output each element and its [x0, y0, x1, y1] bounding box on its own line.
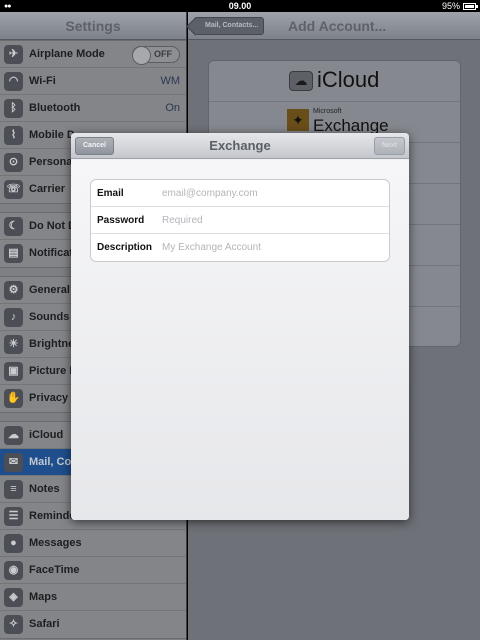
icloud-logo-icon: ☁	[289, 71, 313, 91]
form-row-email: Email	[91, 180, 389, 207]
sidebar-item-label: Airplane Mode	[29, 48, 105, 60]
facetime-icon: ◉	[4, 561, 23, 580]
sidebar-item-label: Messages	[29, 537, 82, 549]
detail-header: Mail, Contacts... Add Account...	[188, 12, 480, 40]
exchange-logo-icon: ✦	[287, 109, 309, 131]
sidebar-item-label: Bluetooth	[29, 102, 81, 114]
battery-percent: 95%	[441, 1, 460, 11]
account-label: iCloud	[317, 67, 380, 92]
sidebar-item-facetime[interactable]: ◉ FaceTime	[0, 557, 186, 584]
bluetooth-icon: ᛒ	[4, 99, 23, 118]
notes-icon: ≡	[4, 480, 23, 499]
sidebar-item-messages[interactable]: ● Messages	[0, 530, 186, 557]
account-row-icloud[interactable]: ☁ iCloud	[209, 61, 460, 102]
sidebar-item-label: General	[29, 284, 70, 296]
password-label: Password	[97, 215, 145, 226]
email-field[interactable]	[162, 185, 382, 202]
sidebar-item-wifi[interactable]: ◠ Wi-Fi WM	[0, 68, 186, 95]
mobile-data-icon: ⌇	[4, 126, 23, 145]
safari-icon: ✧	[4, 615, 23, 634]
maps-icon: ◈	[4, 588, 23, 607]
sidebar-item-label: Sounds	[29, 311, 70, 323]
sidebar-item-label: Do Not D	[29, 220, 77, 232]
sidebar-item-label: Persona	[29, 156, 73, 168]
messages-icon: ●	[4, 534, 23, 553]
dialog-title: Exchange	[209, 138, 271, 153]
next-button[interactable]: Next	[373, 137, 405, 155]
carrier-icon: ☏	[4, 180, 23, 199]
sidebar-title: Settings	[0, 12, 186, 40]
dialog-header: Cancel Exchange Next	[71, 133, 409, 159]
sidebar-item-label: Maps	[29, 591, 58, 603]
form-row-description: Description	[91, 234, 389, 261]
detail-title: Add Account...	[288, 18, 387, 34]
notifications-icon: ▤	[4, 244, 23, 263]
brightness-icon: ☀	[4, 335, 23, 354]
email-label: Email	[97, 188, 124, 199]
sidebar-item-label: Reminde	[29, 510, 76, 522]
airplane-mode-toggle[interactable]: OFF	[132, 46, 180, 65]
personal-hotspot-icon: ⊙	[4, 153, 23, 172]
sidebar-item-value: On	[165, 102, 180, 114]
sidebar-item-label: Notes	[29, 483, 60, 495]
battery-icon	[463, 3, 478, 10]
status-bar: ●● 09.00 95%	[0, 0, 480, 12]
sidebar-item-airplane-mode[interactable]: ✈ Airplane Mode OFF	[0, 41, 186, 68]
sidebar-item-maps[interactable]: ◈ Maps	[0, 584, 186, 611]
sidebar-item-safari[interactable]: ✧ Safari	[0, 611, 186, 638]
status-time: 09.00	[228, 1, 252, 11]
sidebar-item-label: Picture F	[29, 365, 77, 377]
sidebar-item-label: Safari	[29, 618, 60, 630]
form-row-password: Password	[91, 207, 389, 234]
picture-frame-icon: ▣	[4, 362, 23, 381]
sidebar-item-label: iCloud	[29, 429, 64, 441]
icloud-icon: ☁	[4, 426, 23, 445]
mail-icon: ✉	[4, 453, 23, 472]
sidebar-item-bluetooth[interactable]: ᛒ Bluetooth On	[0, 95, 186, 122]
sidebar-item-label: Notificat	[29, 247, 73, 259]
sidebar-item-label: FaceTime	[29, 564, 80, 576]
sidebar-item-label: Privacy	[29, 392, 69, 404]
dialog-body: Email Password Description	[71, 160, 409, 520]
sidebar-item-value: WM	[160, 75, 180, 87]
account-form: Email Password Description	[90, 179, 390, 262]
wifi-icon: ◠	[4, 72, 23, 91]
sidebar-item-label: Carrier	[29, 183, 66, 195]
back-button[interactable]: Mail, Contacts...	[194, 17, 265, 35]
privacy-icon: ✋	[4, 389, 23, 408]
exchange-dialog: Cancel Exchange Next Email Password Desc…	[71, 133, 409, 520]
account-sublabel: Microsoft	[313, 108, 342, 115]
general-icon: ⚙	[4, 281, 23, 300]
description-label: Description	[97, 242, 153, 253]
sidebar-item-label: Brightne	[29, 338, 75, 350]
do-not-disturb-icon: ☾	[4, 217, 23, 236]
password-field[interactable]	[162, 212, 382, 229]
sidebar-item-label: Mobile D	[29, 129, 75, 141]
sounds-icon: ♪	[4, 308, 23, 327]
reminders-icon: ☰	[4, 507, 23, 526]
sidebar-item-label: Mail, Co	[29, 456, 72, 468]
airplane-icon: ✈	[4, 45, 23, 64]
sidebar-item-label: Wi-Fi	[29, 75, 56, 87]
description-field[interactable]	[162, 239, 382, 256]
